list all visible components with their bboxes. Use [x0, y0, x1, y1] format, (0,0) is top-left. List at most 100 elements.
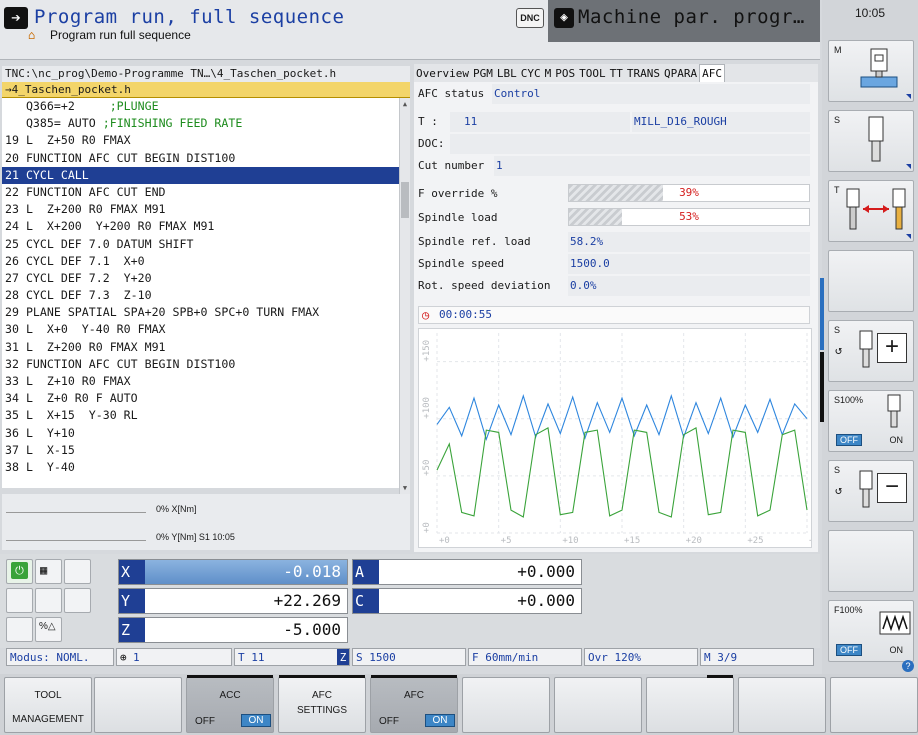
- program-line[interactable]: 29 PLANE SPATIAL SPA+20 SPB+0 SPC+0 TURN…: [2, 304, 399, 321]
- program-scrollbar[interactable]: ▲ ▼: [399, 98, 410, 494]
- spindle-plus-softkey[interactable]: S ↺ +: [828, 320, 914, 382]
- tab-pos[interactable]: POS: [553, 65, 577, 83]
- empty-bottom-softkey-3[interactable]: [554, 677, 642, 733]
- axis-c[interactable]: C +0.000: [352, 588, 582, 614]
- tool-management-softkey[interactable]: TOOL MANAGEMENT: [4, 677, 92, 733]
- tab-tt[interactable]: TT: [608, 65, 625, 83]
- tab-pgm[interactable]: PGM: [471, 65, 495, 83]
- tab-trans[interactable]: TRANS: [625, 65, 662, 83]
- program-line-text: 32 FUNCTION AFC CUT BEGIN DIST100: [5, 356, 236, 371]
- program-line[interactable]: 30 L X+0 Y-40 R0 FMAX: [2, 321, 399, 338]
- program-line[interactable]: 20 FUNCTION AFC CUT BEGIN DIST100: [2, 150, 399, 167]
- tab-lbl[interactable]: LBL: [495, 65, 519, 83]
- program-line[interactable]: 31 L Z+200 R0 FMAX M91: [2, 339, 399, 356]
- program-line[interactable]: 27 CYCL DEF 7.2 Y+20: [2, 270, 399, 287]
- percent-tool-icon[interactable]: %△: [35, 617, 62, 642]
- empty-button-2[interactable]: [6, 588, 33, 613]
- tab-cyc[interactable]: CYC: [519, 65, 543, 83]
- axis-x[interactable]: X -0.018: [118, 559, 348, 585]
- afc-graph: +0 +5 +10 +15 +20 +25 +30 +0 +50 +100 +150: [418, 328, 825, 548]
- axis-a[interactable]: A +0.000: [352, 559, 582, 585]
- spindle-minus-softkey[interactable]: S ↺ −: [828, 460, 914, 522]
- afc-label: AFC: [404, 690, 424, 701]
- program-line-text: Q366=+2: [5, 99, 110, 113]
- empty-button-3[interactable]: [35, 588, 62, 613]
- feed-override-softkey[interactable]: F100% OFF ON: [828, 600, 914, 662]
- axis-y-label: Y: [119, 589, 145, 613]
- program-line[interactable]: 26 CYCL DEF 7.1 X+0: [2, 253, 399, 270]
- minus-icon: −: [877, 473, 907, 503]
- rot-dev-label: Rot. speed deviation: [418, 279, 551, 292]
- nc-start-icon[interactable]: ⏻: [6, 559, 33, 584]
- softkey-level-indicator: [820, 278, 824, 350]
- empty-bottom-softkey-6[interactable]: [830, 677, 918, 733]
- cycle-icon: ⏻: [11, 562, 28, 579]
- m-function-softkey[interactable]: M: [828, 40, 914, 102]
- t-tool-softkey[interactable]: T: [828, 180, 914, 242]
- program-line[interactable]: 24 L X+200 Y+200 R0 FMAX M91: [2, 218, 399, 235]
- program-line[interactable]: 37 L X-15: [2, 442, 399, 459]
- empty-softkey-2[interactable]: [828, 530, 914, 592]
- program-line[interactable]: 19 L Z+50 R0 FMAX: [2, 132, 399, 149]
- program-line[interactable]: 21 CYCL CALL: [2, 166, 399, 184]
- doc-label: DOC:: [418, 137, 445, 150]
- acc-active-bar: [187, 675, 273, 678]
- tool-table-icon[interactable]: ▦: [35, 559, 62, 584]
- status-info-bar: Modus: NOML. ⊕ 1 T 11 Z S 1500 F 60mm/mi…: [4, 648, 818, 668]
- tool-name: MILL_D16_ROUGH: [632, 112, 810, 132]
- scroll-down-icon[interactable]: ▼: [401, 483, 409, 493]
- program-line[interactable]: 38 L Y-40: [2, 459, 399, 476]
- axis-y[interactable]: Y +22.269: [118, 588, 348, 614]
- program-listing[interactable]: Q366=+2 ;PLUNGE Q385= AUTO ;FINISHING FE…: [2, 98, 399, 488]
- empty-bottom-softkey-4[interactable]: [646, 675, 734, 733]
- program-line[interactable]: Q385= AUTO ;FINISHING FEED RATE: [2, 115, 399, 132]
- scroll-up-icon[interactable]: ▲: [401, 99, 409, 109]
- tab-qpara[interactable]: QPARA: [662, 65, 699, 83]
- afc-settings-softkey[interactable]: AFC SETTINGS: [278, 675, 366, 733]
- program-line[interactable]: Q366=+2 ;PLUNGE: [2, 98, 399, 115]
- dnc-badge[interactable]: DNC: [516, 8, 544, 28]
- program-line[interactable]: 32 FUNCTION AFC CUT BEGIN DIST100: [2, 356, 399, 373]
- spindle-speed-label: Spindle speed: [418, 257, 505, 270]
- program-line[interactable]: 25 CYCL DEF 7.0 DATUM SHIFT: [2, 236, 399, 253]
- empty-button-5[interactable]: [6, 617, 33, 642]
- program-tab[interactable]: →4_Taschen_pocket.h: [2, 82, 410, 98]
- program-line-text: 27 CYCL DEF 7.2 Y+20: [5, 270, 152, 285]
- s-spindle-softkey[interactable]: S: [828, 110, 914, 172]
- program-line[interactable]: 23 L Z+200 R0 FMAX M91: [2, 201, 399, 218]
- program-path: TNC:\nc_prog\Demo-Programme TN…\4_Tasche…: [2, 66, 410, 82]
- help-icon[interactable]: ?: [902, 660, 914, 672]
- override-indicator: Ovr 120%: [584, 648, 698, 666]
- tab-afc[interactable]: AFC: [699, 64, 725, 82]
- tab-overview[interactable]: Overview: [414, 65, 471, 83]
- t-label: T: [834, 185, 840, 195]
- empty-softkey-1[interactable]: [828, 250, 914, 312]
- program-line[interactable]: 35 L X+15 Y-30 RL: [2, 407, 399, 424]
- afc-status-label: AFC status: [418, 87, 485, 100]
- program-line[interactable]: 28 CYCL DEF 7.3 Z-10: [2, 287, 399, 304]
- afc-softkey[interactable]: AFC OFF ON: [370, 675, 458, 733]
- scroll-thumb[interactable]: [401, 182, 409, 218]
- x-tick-label: +5: [501, 536, 512, 546]
- empty-button-1[interactable]: [64, 559, 91, 584]
- dropdown-icon: [906, 164, 911, 169]
- program-line-text: Q385= AUTO: [5, 116, 103, 131]
- empty-bottom-softkey-5[interactable]: [738, 677, 826, 733]
- page-subtitle: Program run full sequence: [50, 28, 191, 42]
- empty-bottom-softkey-1[interactable]: [94, 677, 182, 733]
- afc-off-label: OFF: [379, 716, 399, 727]
- empty-bottom-softkey-2[interactable]: [462, 677, 550, 733]
- acc-softkey[interactable]: ACC OFF ON: [186, 675, 274, 733]
- program-line[interactable]: 22 FUNCTION AFC CUT END: [2, 184, 399, 201]
- on-toggle: ON: [889, 645, 904, 655]
- tab-m[interactable]: M: [543, 65, 554, 83]
- s-label: S: [834, 465, 841, 475]
- axis-z-value: -5.000: [283, 620, 341, 639]
- program-line[interactable]: 34 L Z+0 R0 F AUTO: [2, 390, 399, 407]
- program-line[interactable]: 36 L Y+10: [2, 425, 399, 442]
- tab-tool[interactable]: TOOL: [577, 65, 608, 83]
- program-line[interactable]: 33 L Z+10 R0 FMAX: [2, 373, 399, 390]
- empty-button-4[interactable]: [64, 588, 91, 613]
- axis-z[interactable]: Z -5.000: [118, 617, 348, 643]
- spindle-override-softkey[interactable]: S100% OFF ON: [828, 390, 914, 452]
